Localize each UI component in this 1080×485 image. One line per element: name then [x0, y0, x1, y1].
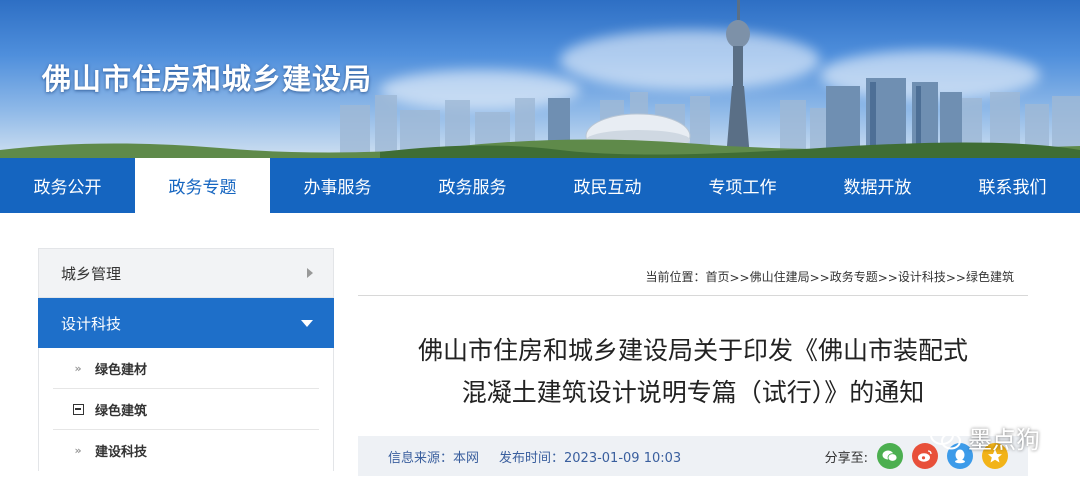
breadcrumb-prefix: 当前位置：: [645, 270, 706, 284]
breadcrumb-link-design-tech[interactable]: 设计科技: [898, 268, 946, 285]
sidebar-section-label: 设计科技: [61, 314, 122, 333]
breadcrumb-link-gov-topics[interactable]: 政务专题: [830, 268, 878, 285]
nav-item-open-data[interactable]: 数据开放: [810, 158, 945, 213]
chevron-down-icon: [301, 319, 313, 327]
wechat-logo-icon: [930, 424, 961, 449]
header-banner: 佛山市住房和城乡建设局: [0, 0, 1080, 158]
double-chevron-icon: »: [74, 444, 82, 457]
sidebar-submenu: » 绿色建材 绿色建筑 » 建设科技: [38, 348, 334, 471]
sidebar-section-label: 城乡管理: [61, 264, 122, 283]
sidebar: 城乡管理 设计科技 » 绿色建材 绿色建筑 » 建设科技: [38, 248, 334, 471]
share-label: 分享至:: [824, 450, 868, 466]
sidebar-section-design-tech[interactable]: 设计科技: [38, 298, 334, 348]
article-title: 佛山市住房和城乡建设局关于印发《佛山市装配式 混凝土建筑设计说明专篇（试行）》的…: [358, 330, 1028, 414]
breadcrumb-separator: >>: [945, 271, 966, 285]
breadcrumb-link-home[interactable]: 首页: [705, 268, 729, 285]
minus-box-icon: [71, 403, 85, 415]
publish-time: 发布时间：2023-01-09 10:03: [499, 450, 682, 466]
sidebar-item-green-materials[interactable]: » 绿色建材: [53, 348, 319, 389]
breadcrumb: 当前位置： 首页 >> 佛山住建局 >> 政务专题 >> 设计科技 >> 绿色建…: [358, 248, 1028, 296]
breadcrumb-separator: >>: [877, 271, 898, 285]
breadcrumb-link-green-building[interactable]: 绿色建筑: [966, 268, 1014, 285]
chevron-right-icon: [307, 268, 313, 278]
article-title-line: 佛山市住房和城乡建设局关于印发《佛山市装配式: [417, 336, 968, 365]
sidebar-item-construction-tech[interactable]: » 建设科技: [53, 430, 319, 471]
info-source: 信息来源：本网: [388, 450, 480, 466]
sidebar-item-label: 建设科技: [95, 445, 148, 460]
sidebar-item-label: 绿色建筑: [95, 403, 148, 419]
breadcrumb-separator: >>: [809, 271, 830, 285]
nav-item-services[interactable]: 办事服务: [270, 158, 405, 213]
nav-item-gov-services[interactable]: 政务服务: [405, 158, 540, 213]
main-nav: 政务公开 政务专题 办事服务 政务服务 政民互动 专项工作 数据开放 联系我们: [0, 158, 1080, 213]
breadcrumb-separator: >>: [729, 271, 750, 285]
nav-item-gov-public[interactable]: 政务公开: [0, 158, 135, 213]
article-title-line: 混凝土建筑设计说明专篇（试行）》的通知: [461, 378, 925, 407]
watermark-text: 墨点狗: [968, 426, 1040, 454]
breadcrumb-link-bureau[interactable]: 佛山住建局: [750, 268, 810, 285]
sidebar-item-green-building[interactable]: 绿色建筑: [53, 389, 319, 430]
site-title: 佛山市住房和城乡建设局: [42, 62, 373, 96]
nav-item-contact[interactable]: 联系我们: [945, 158, 1080, 213]
article-content: 当前位置： 首页 >> 佛山住建局 >> 政务专题 >> 设计科技 >> 绿色建…: [358, 248, 1028, 476]
sidebar-section-urban-management[interactable]: 城乡管理: [38, 248, 334, 298]
watermark: 墨点狗: [930, 420, 1040, 455]
nav-item-gov-topics[interactable]: 政务专题: [135, 158, 270, 213]
article-meta-bar: 信息来源：本网 发布时间：2023-01-09 10:03 分享至:: [358, 436, 1028, 476]
double-chevron-icon: »: [74, 361, 82, 375]
nav-item-interaction[interactable]: 政民互动: [540, 158, 675, 213]
sidebar-item-label: 绿色建材: [95, 362, 148, 378]
wechat-share-icon[interactable]: [877, 443, 903, 469]
nav-item-special-work[interactable]: 专项工作: [675, 158, 810, 213]
